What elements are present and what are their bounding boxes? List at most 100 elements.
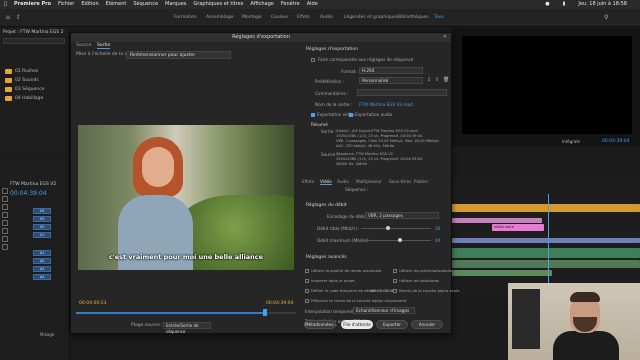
- track-header[interactable]: A2: [33, 258, 51, 264]
- use-proxies-checkbox[interactable]: [393, 279, 397, 283]
- menu-graphiques[interactable]: Graphiques et titres: [193, 0, 243, 9]
- delete-preset-icon[interactable]: 🗑: [443, 77, 449, 83]
- ripple-tool-icon[interactable]: [2, 204, 8, 210]
- render-alpha-only-checkbox[interactable]: [305, 299, 309, 303]
- tab-video[interactable]: Vidéo: [320, 179, 332, 185]
- target-bitrate-knob[interactable]: [385, 226, 390, 230]
- close-icon[interactable]: ✕: [443, 34, 447, 40]
- cancel-button[interactable]: Annuler: [411, 320, 443, 329]
- clock[interactable]: Jeu. 18 juin à 18:58: [578, 0, 627, 9]
- menu-affichage[interactable]: Affichage: [250, 0, 274, 9]
- program-timecode[interactable]: 00:04:39:04: [602, 139, 629, 144]
- track-header[interactable]: A3: [33, 266, 51, 272]
- track-header[interactable]: V1: [33, 232, 51, 238]
- import-icon[interactable]: ⇧: [16, 14, 21, 21]
- max-bitrate-slider[interactable]: [361, 240, 431, 241]
- app-menu[interactable]: Premiere Pro: [14, 0, 51, 9]
- workspace-effets[interactable]: Effets: [297, 15, 310, 20]
- workspace-audio[interactable]: Audio: [320, 15, 333, 20]
- slip-tool-icon[interactable]: [2, 220, 8, 226]
- tab-audio[interactable]: Audio: [337, 179, 349, 184]
- tab-effets[interactable]: Effets: [302, 179, 314, 184]
- sequence-tab[interactable]: FTW Martina EGS V2: [10, 182, 56, 187]
- export-button[interactable]: Exporter: [376, 320, 408, 329]
- preview-scrubber[interactable]: [76, 308, 296, 318]
- match-sequence-checkbox[interactable]: [311, 58, 315, 62]
- menu-fichier[interactable]: Fichier: [58, 0, 74, 9]
- queue-button[interactable]: File d'attente: [341, 320, 373, 329]
- summary-header[interactable]: Résumé: [311, 122, 328, 127]
- tab-publier[interactable]: Publier: [414, 179, 428, 184]
- menu-sequence[interactable]: Séquence: [133, 0, 158, 9]
- set-start-timecode-checkbox[interactable]: [305, 289, 309, 293]
- folder-item[interactable]: 04 Habillage: [5, 95, 43, 102]
- workspace-tous[interactable]: Tous: [434, 15, 444, 20]
- use-previews-checkbox[interactable]: [393, 269, 397, 273]
- max-bitrate-value[interactable]: 40: [435, 238, 440, 243]
- timeline-clip-blue[interactable]: [452, 238, 640, 243]
- timeline-audio-a3[interactable]: [452, 270, 552, 276]
- workspace-formation[interactable]: Formation: [174, 15, 197, 20]
- track-header[interactable]: V3: [33, 216, 51, 222]
- in-timecode[interactable]: 00:04:00:23: [79, 301, 106, 306]
- save-preset-icon[interactable]: ⇩: [427, 77, 431, 83]
- preset-dropdown[interactable]: Personnalisé: [359, 77, 423, 84]
- home-icon[interactable]: ⌂: [6, 14, 10, 21]
- track-header[interactable]: V2: [33, 224, 51, 230]
- menu-edition[interactable]: Edition: [81, 0, 98, 9]
- advanced-header[interactable]: Réglages avancés: [306, 255, 347, 260]
- search-icon[interactable]: ⚲: [604, 14, 608, 21]
- tab-sous-titres[interactable]: Sous-titres: [389, 179, 411, 184]
- target-bitrate-value[interactable]: 20: [435, 226, 440, 231]
- scrubber-handle[interactable]: [263, 309, 267, 316]
- format-dropdown[interactable]: H.264: [359, 67, 423, 74]
- metadata-button[interactable]: Métadonnées...: [304, 320, 337, 329]
- track-header[interactable]: A1: [33, 250, 51, 256]
- alpha-only-checkbox[interactable]: [393, 289, 397, 293]
- start-timecode-value[interactable]: 00:00:00:00: [371, 288, 394, 293]
- out-timecode[interactable]: 00:04:39:04: [266, 301, 293, 306]
- apple-icon[interactable]: : [4, 0, 7, 9]
- import-into-project-checkbox[interactable]: [305, 279, 309, 283]
- timeline-audio-a2[interactable]: [452, 260, 640, 268]
- export-video-checkbox[interactable]: [311, 113, 315, 117]
- source-scale-dropdown[interactable]: Redimensionner pour ajuster: [126, 51, 231, 59]
- razor-tool-icon[interactable]: [2, 212, 8, 218]
- project-title[interactable]: Projet : FTW Martina EGS 2: [3, 30, 63, 35]
- output-name-link[interactable]: FTW Martina EGS V2.mp4: [359, 102, 413, 107]
- selection-tool-icon[interactable]: [2, 188, 8, 194]
- text-tool-icon[interactable]: [2, 244, 8, 250]
- menu-element[interactable]: Elément: [106, 0, 127, 9]
- timeline-audio-a1[interactable]: [452, 248, 640, 258]
- track-select-tool-icon[interactable]: [2, 196, 8, 202]
- tab-multiplexeur[interactable]: Multiplexeur: [356, 179, 382, 184]
- import-preset-icon[interactable]: ⇧: [435, 77, 439, 83]
- bitrate-header[interactable]: Réglages du débit: [306, 203, 347, 208]
- interpolation-dropdown[interactable]: Echantillonneur d'images: [353, 307, 415, 314]
- playhead[interactable]: [548, 194, 549, 284]
- workspace-montage[interactable]: Montage: [242, 15, 262, 20]
- wifi-icon[interactable]: ●: [545, 0, 549, 9]
- workspace-assemblage[interactable]: Assemblage: [206, 15, 233, 20]
- menu-aide[interactable]: Aide: [307, 0, 318, 9]
- timeline-clip-pink[interactable]: [452, 218, 542, 223]
- bitrate-encoding-dropdown[interactable]: VBR, 2 passages: [365, 212, 439, 219]
- max-render-quality-checkbox[interactable]: [305, 269, 309, 273]
- workspace-legendes[interactable]: Légendes et graphiques: [344, 15, 398, 20]
- track-header[interactable]: V4: [33, 208, 51, 214]
- folder-item[interactable]: 01 Rushes: [5, 68, 38, 75]
- battery-icon[interactable]: ▮: [563, 0, 566, 9]
- workspace-bibliotheques[interactable]: Bibliothèques: [398, 15, 429, 20]
- tab-source[interactable]: Source: [76, 43, 91, 48]
- pen-tool-icon[interactable]: [2, 228, 8, 234]
- project-search[interactable]: [3, 38, 65, 44]
- menu-fenetre[interactable]: Fenêtre: [281, 0, 300, 9]
- timeline-clip-orange[interactable]: [452, 204, 640, 212]
- export-audio-checkbox[interactable]: [349, 113, 353, 117]
- source-range-dropdown[interactable]: Entrée/Sortie de séquence: [163, 322, 211, 334]
- program-fit-select[interactable]: Intégrale: [562, 139, 580, 144]
- max-bitrate-knob[interactable]: [397, 238, 402, 242]
- comments-field[interactable]: [357, 89, 447, 96]
- hand-tool-icon[interactable]: [2, 236, 8, 242]
- workspace-couleur[interactable]: Couleur: [271, 15, 288, 20]
